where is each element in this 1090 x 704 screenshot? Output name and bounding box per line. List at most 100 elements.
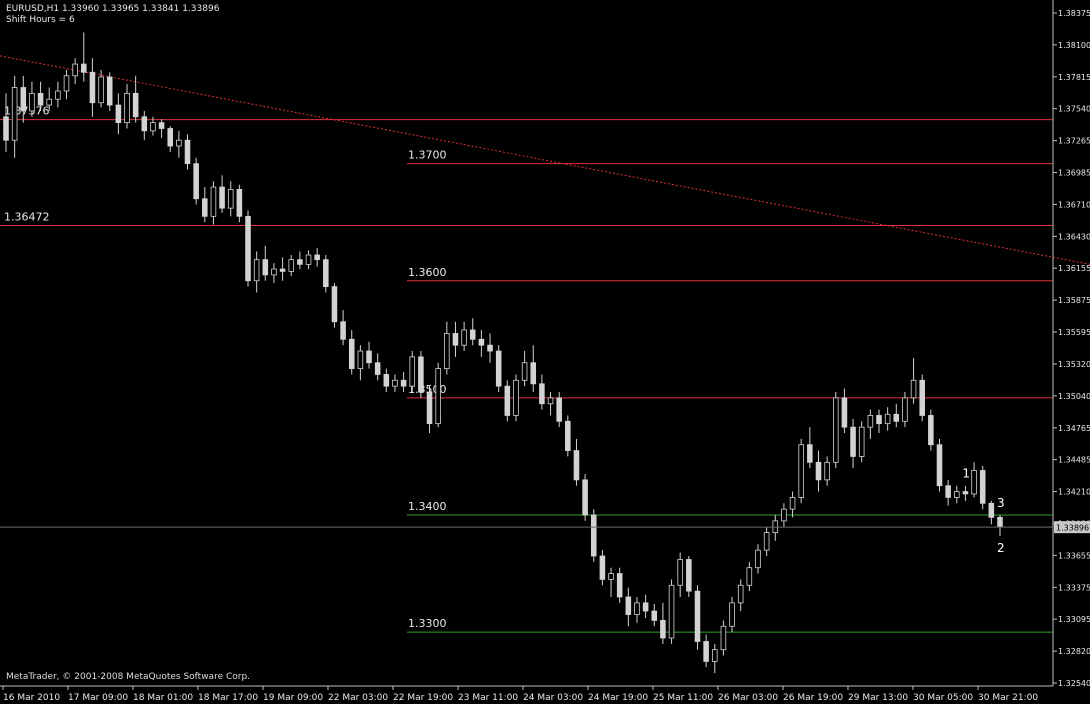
bear-candle [383, 374, 390, 387]
bull-candle [72, 63, 78, 77]
bull-candle [176, 139, 182, 147]
bear-candle [141, 116, 148, 132]
bear-candle [642, 602, 649, 612]
bull-candle [63, 75, 70, 92]
price-chart[interactable]: 1.373761.364721.37001.36001.35001.34001.… [0, 0, 1090, 704]
bear-candle [495, 350, 502, 387]
y-tick-label: 1.33655 [1058, 551, 1090, 560]
y-tick-label: 1.35320 [1058, 360, 1090, 369]
bull-candle [150, 122, 156, 132]
bull-candle [720, 625, 727, 651]
bear-candle [366, 350, 372, 364]
y-tick-label: 1.34765 [1058, 424, 1090, 433]
bear-candle [539, 383, 545, 405]
bear-candle [694, 590, 701, 642]
y-tick-label: 1.35875 [1058, 296, 1090, 305]
bull-candle [858, 426, 865, 457]
current-price-tag: 1.33896 [1056, 524, 1089, 533]
x-tick-label: 30 Mar 05:00 [913, 693, 973, 703]
bear-candle [348, 338, 355, 369]
bear-candle [323, 259, 329, 288]
bear-candle [262, 259, 269, 276]
bear-candle [945, 485, 951, 498]
bull-candle [253, 259, 260, 282]
bear-candle [400, 379, 407, 387]
bull-candle [971, 470, 977, 495]
bull-candle [29, 92, 35, 112]
level-label: 1.3300 [408, 617, 447, 630]
bull-candle [634, 602, 640, 615]
bear-candle [184, 139, 191, 165]
y-tick-label: 1.36710 [1058, 200, 1090, 209]
bear-candle [106, 76, 113, 106]
level-label: 1.3600 [408, 266, 447, 279]
bear-candle [340, 321, 346, 340]
x-tick-label: 18 Mar 17:00 [198, 693, 258, 703]
wave-label-3: 3 [997, 496, 1005, 510]
bear-candle [556, 397, 562, 422]
wave-label-1: 1 [962, 467, 970, 481]
bear-candle [89, 71, 96, 104]
symbol-ohlc-header: EURUSD,H1 1.33960 1.33965 1.33841 1.3389… [6, 4, 220, 14]
bull-candle [55, 90, 61, 100]
y-tick-label: 1.37265 [1058, 137, 1090, 146]
y-tick-label: 1.38100 [1058, 41, 1090, 50]
bear-candle [876, 415, 882, 425]
y-tick-label: 1.35595 [1058, 328, 1090, 337]
y-tick-label: 1.34210 [1058, 488, 1090, 497]
x-tick-label: 30 Mar 21:00 [978, 693, 1038, 703]
bull-candle [677, 559, 683, 586]
bear-candle [236, 188, 243, 217]
bull-candle [884, 413, 891, 425]
level-label: 1.3700 [408, 149, 447, 162]
bear-candle [504, 385, 511, 416]
bear-candle [928, 415, 934, 446]
bear-candle [331, 286, 338, 323]
bull-candle [789, 497, 796, 510]
bull-candle [729, 602, 735, 627]
x-tick-label: 25 Mar 11:00 [653, 693, 713, 703]
bear-candle [599, 555, 606, 580]
bull-candle [11, 87, 18, 141]
x-tick-label: 16 Mar 2010 [3, 693, 60, 703]
bear-candle [478, 338, 485, 346]
bear-candle [582, 479, 588, 516]
x-tick-label: 22 Mar 19:00 [393, 693, 453, 703]
y-tick-label: 1.35040 [1058, 392, 1090, 401]
y-tick-label: 1.36155 [1058, 264, 1090, 273]
chart-window[interactable]: 1.37376 1.36472 1.3700 1.3600 1.3500 1.3400 1.… [0, 0, 1090, 704]
bear-candle [686, 559, 692, 592]
y-tick-label: 1.34485 [1058, 456, 1090, 465]
bear-candle [132, 92, 139, 118]
level-label: 1.37376 [4, 105, 50, 118]
bull-candle [46, 98, 52, 106]
bear-candle [297, 259, 303, 265]
bull-candle [444, 333, 450, 369]
bear-candle [807, 444, 813, 463]
bull-candle [547, 397, 554, 405]
bear-candle [988, 502, 995, 518]
bull-candle [271, 268, 277, 276]
bull-candle [521, 362, 528, 381]
bear-candle [81, 63, 87, 73]
bear-candle [202, 198, 208, 217]
bull-candle [910, 379, 917, 399]
bear-candle [936, 444, 943, 487]
bull-candle [409, 356, 416, 387]
x-tick-label: 17 Mar 09:00 [68, 693, 128, 703]
bull-candle [392, 379, 398, 387]
bear-candle [660, 620, 666, 639]
x-tick-label: 29 Mar 13:00 [848, 693, 908, 703]
x-tick-label: 19 Mar 09:00 [263, 693, 323, 703]
bear-candle [565, 420, 571, 451]
bear-candle [245, 215, 251, 282]
bull-candle [210, 186, 217, 217]
bull-candle [755, 549, 761, 569]
bear-candle [815, 461, 822, 481]
shift-hours-label: Shift Hours = 6 [6, 15, 75, 25]
bear-candle [979, 470, 986, 504]
y-tick-label: 1.38375 [1058, 9, 1090, 18]
bear-candle [115, 104, 122, 124]
y-tick-label: 1.37815 [1058, 73, 1090, 82]
x-tick-label: 22 Mar 03:00 [328, 693, 388, 703]
